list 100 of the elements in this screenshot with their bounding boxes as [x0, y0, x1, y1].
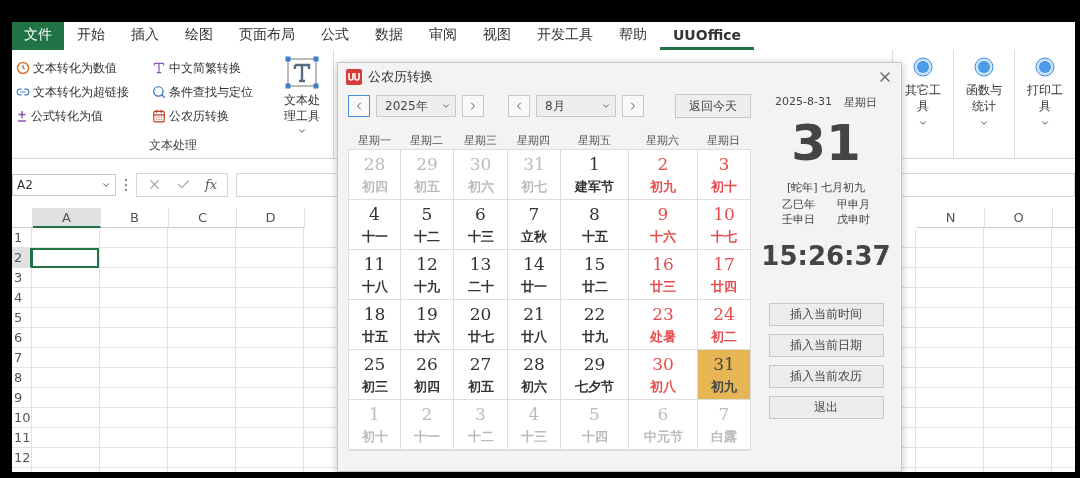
calendar-day[interactable]: 13 二十 [454, 250, 508, 300]
ribbon-tab[interactable]: 开发工具 [524, 22, 606, 50]
big-day-number: 31 [791, 114, 861, 172]
column-header[interactable]: O [985, 208, 1053, 228]
clock-icon [16, 61, 30, 75]
calendar-day[interactable]: 20 廿七 [454, 300, 508, 350]
dialog-button[interactable]: 插入当前时间 [768, 303, 884, 326]
calendar-day[interactable]: 18 廿五 [349, 300, 401, 350]
calendar-day[interactable]: 27 初五 [454, 350, 508, 400]
circle-icon [1034, 56, 1056, 78]
font-size-icon [152, 61, 166, 75]
caret-icon [1040, 118, 1050, 128]
calendar-day[interactable]: 19 廿六 [401, 300, 454, 350]
ribbon-button[interactable]: 公式转化为值 [16, 104, 152, 128]
dialog-button[interactable]: 插入当前日期 [768, 334, 884, 357]
drag-handle-icon [124, 177, 128, 192]
calendar-day[interactable]: 6 十三 [454, 200, 508, 250]
caret-icon [296, 126, 307, 136]
calendar-day[interactable]: 21 廿八 [508, 300, 561, 350]
circle-icon [973, 56, 995, 78]
column-header[interactable]: D [237, 208, 305, 228]
calendar-day[interactable]: 2 初九 [629, 150, 698, 200]
function-button[interactable]: fx [205, 177, 218, 192]
previous-year-button[interactable] [348, 95, 370, 117]
caret-icon [918, 118, 928, 128]
calendar-day[interactable]: 15 廿二 [561, 250, 629, 300]
today-button[interactable]: 返回今天 [675, 94, 751, 118]
circle-icon [912, 56, 934, 78]
column-header[interactable]: N [917, 208, 985, 228]
calendar-day[interactable]: 23 处暑 [629, 300, 698, 350]
name-box[interactable]: A2 [12, 173, 116, 196]
search-icon [152, 85, 166, 99]
column-header[interactable]: A [33, 208, 101, 228]
column-header[interactable]: C [169, 208, 237, 228]
calendar-day[interactable]: 31 初九 [698, 350, 751, 400]
weekday-label: 星期三 [462, 133, 498, 149]
calendar-day[interactable]: 29 七夕节 [561, 350, 629, 400]
plus-minus-icon [16, 109, 28, 123]
calendar-day[interactable]: 16 廿三 [629, 250, 698, 300]
ribbon-tab[interactable]: 公式 [308, 22, 362, 50]
ribbon-button[interactable]: 文本转化为超链接 [16, 80, 152, 104]
month-select[interactable]: 8月 [536, 95, 616, 117]
close-icon[interactable] [147, 177, 162, 192]
active-cell[interactable] [31, 248, 99, 268]
text-frame-icon [283, 56, 320, 90]
year-select[interactable]: 2025年 [376, 95, 456, 117]
calendar-day[interactable]: 11 十八 [349, 250, 401, 300]
calendar-day[interactable]: 9 十六 [629, 200, 698, 250]
caret-icon [979, 118, 989, 128]
weekday-label: 星期四 [516, 133, 551, 149]
group-label: 文本处理 [147, 137, 198, 154]
ribbon-tab[interactable]: 视图 [470, 22, 524, 50]
calendar-day[interactable]: 30 初八 [629, 350, 698, 400]
calendar-day[interactable]: 28 初六 [508, 350, 561, 400]
calendar-day[interactable]: 26 初四 [401, 350, 454, 400]
calendar-day[interactable]: 12 十九 [401, 250, 454, 300]
ribbon-tab[interactable]: 插入 [118, 22, 172, 50]
ribbon-button[interactable]: 条件查找与定位 [152, 80, 270, 104]
ganzhi-text: 壬申日 [782, 212, 815, 227]
ribbon-large-button[interactable]: 函数与统计 [953, 50, 1014, 158]
calendar-day[interactable]: 4 十一 [349, 200, 401, 250]
calendar-day[interactable]: 22 廿九 [561, 300, 629, 350]
calendar-day[interactable]: 1 建军节 [561, 150, 629, 200]
weekday-label: 星期六 [645, 133, 680, 149]
ribbon-large-button[interactable]: 打印工具 [1014, 50, 1075, 158]
calendar-day[interactable]: 8 十五 [561, 200, 629, 250]
ribbon-large-button[interactable]: 文本处理工具 [274, 56, 329, 137]
ganzhi-text: 戊申时 [837, 212, 870, 227]
ribbon-button[interactable]: 中文简繁转换 [152, 56, 270, 80]
weekday-label: 星期二 [409, 133, 444, 149]
dialog-button[interactable]: 退出 [768, 396, 884, 419]
app-logo-icon [346, 69, 362, 85]
ganzhi-text: 甲申月 [837, 197, 870, 212]
weekday-text: 星期日 [843, 95, 877, 110]
file-tab[interactable]: 文件 [12, 22, 64, 50]
calendar-day[interactable]: 7 立秋 [508, 200, 561, 250]
ribbon-tab[interactable]: 页面布局 [226, 22, 308, 50]
ribbon-tab[interactable]: 绘图 [172, 22, 226, 50]
calendar-day[interactable]: 14 廿一 [508, 250, 561, 300]
clock-time: 15:26:37 [761, 241, 891, 271]
row-header[interactable]: 2 [12, 248, 32, 268]
ribbon-button[interactable]: 文本转化为数值 [16, 56, 152, 80]
ribbon-tab[interactable]: 开始 [64, 22, 118, 50]
calendar-day[interactable]: 25 初三 [349, 350, 401, 400]
caret-icon [601, 101, 611, 111]
ganzhi-text: 乙巳年 [782, 197, 815, 212]
next-month-button[interactable] [622, 95, 644, 117]
ribbon-tab[interactable]: 审阅 [416, 22, 470, 50]
column-header[interactable]: B [101, 208, 169, 228]
ribbon-tab[interactable]: 帮助 [606, 22, 660, 50]
ribbon-tab[interactable]: 数据 [362, 22, 416, 50]
dialog-title: 公农历转换 [368, 68, 433, 86]
dialog-button[interactable]: 插入当前农历 [768, 365, 884, 388]
ribbon-button[interactable]: 公农历转换 [152, 104, 270, 128]
calendar-day[interactable]: 5 十二 [401, 200, 454, 250]
weekday-label: 星期一 [356, 133, 392, 149]
weekday-label: 星期日 [706, 133, 741, 149]
next-year-button[interactable] [462, 95, 484, 117]
previous-month-button[interactable] [508, 95, 530, 117]
caret-icon [441, 101, 451, 111]
